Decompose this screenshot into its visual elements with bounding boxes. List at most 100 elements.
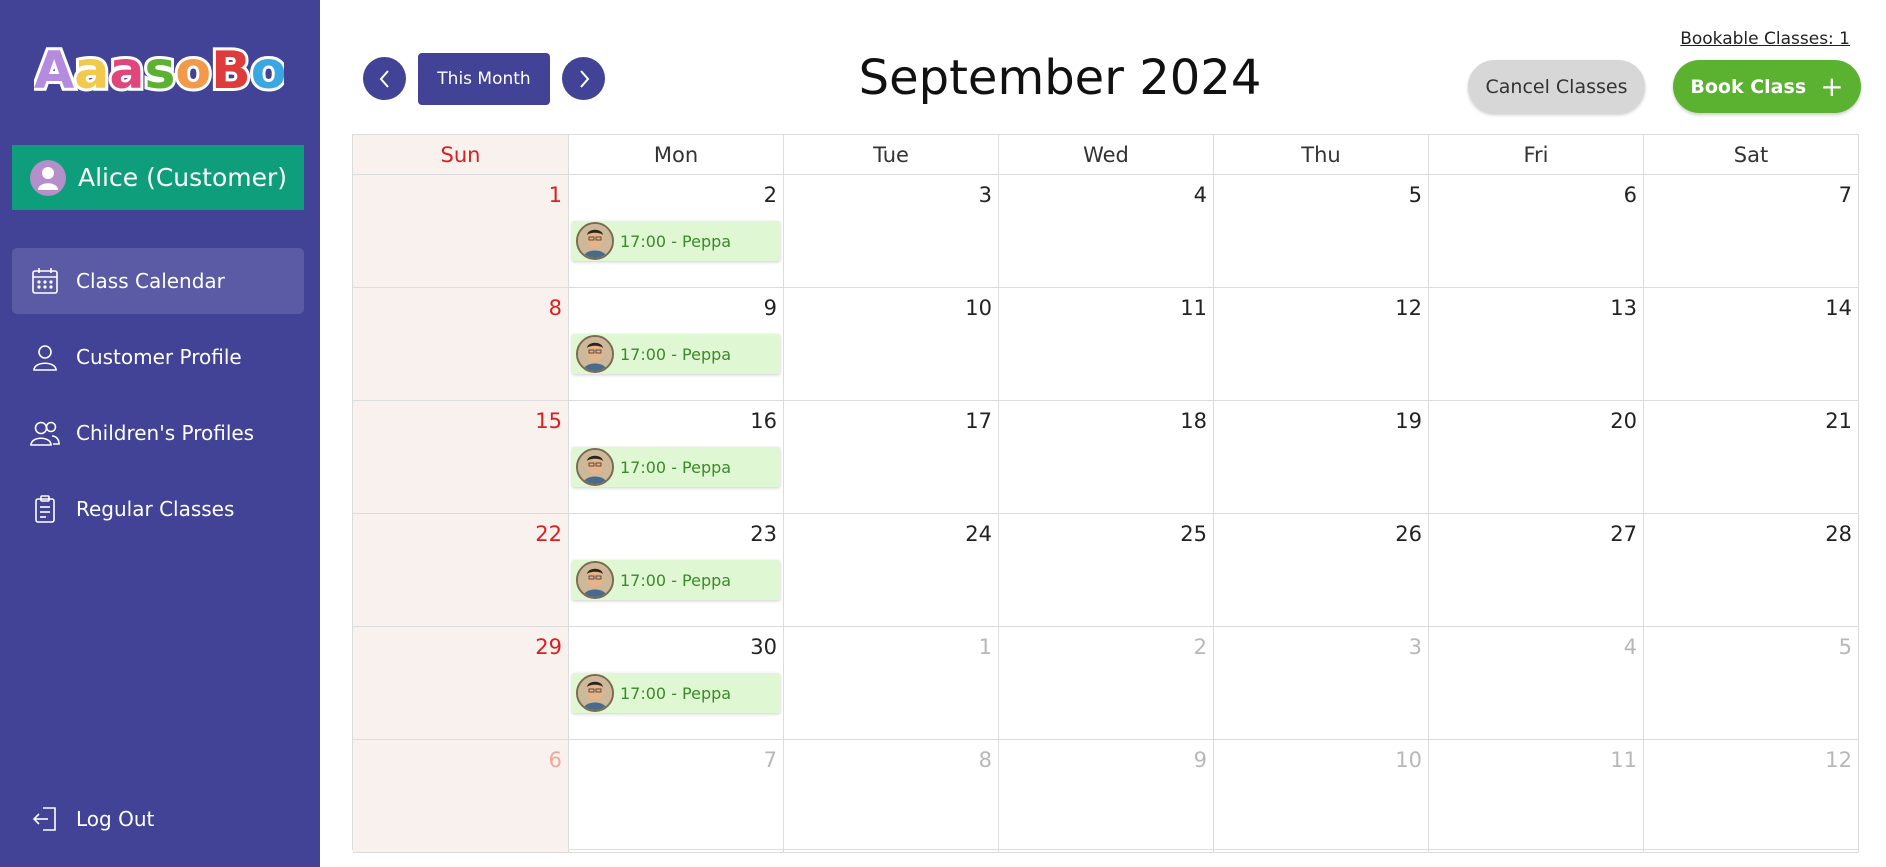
day-number: 24 (965, 522, 992, 546)
day-cell[interactable]: 28 (1644, 514, 1859, 627)
day-cell[interactable]: 3 (1214, 627, 1429, 740)
day-number: 28 (1825, 522, 1852, 546)
weekday-header: Sat (1644, 135, 1859, 175)
day-cell[interactable]: 25 (999, 514, 1214, 627)
day-number: 6 (1623, 183, 1637, 207)
class-event[interactable]: 17:00 - Peppa (572, 221, 780, 261)
day-cell[interactable]: 16 17:00 - Peppa (569, 401, 784, 514)
day-cell[interactable]: 7 (1644, 175, 1859, 288)
day-number: 3 (978, 183, 992, 207)
class-event[interactable]: 17:00 - Peppa (572, 334, 780, 374)
day-number: 15 (535, 409, 562, 433)
event-label: 17:00 - Peppa (620, 344, 732, 364)
day-cell[interactable]: 1 (784, 627, 999, 740)
day-cell[interactable]: 11 (1429, 740, 1644, 853)
teacher-avatar (576, 448, 614, 486)
sidebar-item-childrens-profiles[interactable]: Children's Profiles (12, 400, 304, 466)
day-cell[interactable]: 8 (784, 740, 999, 853)
class-event[interactable]: 17:00 - Peppa (572, 673, 780, 713)
teacher-avatar (576, 674, 614, 712)
day-cell[interactable]: 27 (1429, 514, 1644, 627)
day-cell[interactable]: 20 (1429, 401, 1644, 514)
day-number: 20 (1610, 409, 1637, 433)
sidebar-item-label: Customer Profile (76, 345, 242, 369)
day-number: 8 (978, 748, 992, 772)
day-cell[interactable]: 24 (784, 514, 999, 627)
teacher-avatar (576, 335, 614, 373)
weekday-header: Tue (784, 135, 999, 175)
day-number: 21 (1825, 409, 1852, 433)
day-number: 12 (1825, 748, 1852, 772)
previous-month-button[interactable] (363, 57, 406, 100)
day-number: 23 (750, 522, 777, 546)
plus-icon: + (1820, 69, 1844, 103)
day-number: 13 (1610, 296, 1637, 320)
weekday-header: Mon (569, 135, 784, 175)
day-cell[interactable]: 11 (999, 288, 1214, 401)
day-cell[interactable]: 1 (353, 175, 569, 288)
logo-graphic: AaasoBo! AaasoBo! (31, 38, 313, 104)
day-number: 6 (548, 748, 562, 772)
day-cell[interactable]: 13 (1429, 288, 1644, 401)
day-cell[interactable]: 4 (999, 175, 1214, 288)
day-cell[interactable]: 5 (1644, 627, 1859, 740)
this-month-button[interactable]: This Month (418, 53, 550, 105)
day-number: 2 (763, 183, 777, 207)
day-cell[interactable]: 8 (353, 288, 569, 401)
user-avatar-icon (30, 159, 66, 196)
day-number: 26 (1395, 522, 1422, 546)
weekday-header: Fri (1429, 135, 1644, 175)
day-cell[interactable]: 30 17:00 - Peppa (569, 627, 784, 740)
logout-icon (30, 804, 60, 834)
day-cell[interactable]: 2 (999, 627, 1214, 740)
day-cell[interactable]: 9 (999, 740, 1214, 853)
day-cell[interactable]: 5 (1214, 175, 1429, 288)
svg-text:AaasoBo!: AaasoBo! (34, 41, 284, 100)
day-number: 25 (1180, 522, 1207, 546)
day-cell[interactable]: 7 (569, 740, 784, 853)
day-cell[interactable]: 6 (353, 740, 569, 853)
day-cell[interactable]: 12 (1644, 740, 1859, 853)
chevron-right-icon (579, 69, 589, 88)
sidebar-item-regular-classes[interactable]: Regular Classes (12, 476, 304, 542)
month-calendar: Sun Mon Tue Wed Thu Fri Sat 1 2 17:00 - Peppa 3 4 5 6… (352, 134, 1859, 853)
app-logo[interactable]: AaasoBo! AaasoBo! (31, 38, 313, 104)
day-cell[interactable]: 4 (1429, 627, 1644, 740)
clipboard-icon (30, 494, 60, 524)
class-event[interactable]: 17:00 - Peppa (572, 560, 780, 600)
sidebar-item-class-calendar[interactable]: Class Calendar (12, 248, 304, 314)
day-cell[interactable]: 10 (784, 288, 999, 401)
day-cell[interactable]: 2 17:00 - Peppa (569, 175, 784, 288)
day-cell[interactable]: 12 (1214, 288, 1429, 401)
day-number: 29 (535, 635, 562, 659)
day-number: 22 (535, 522, 562, 546)
day-cell[interactable]: 22 (353, 514, 569, 627)
day-cell[interactable]: 17 (784, 401, 999, 514)
day-number: 1 (548, 183, 562, 207)
day-cell[interactable]: 19 (1214, 401, 1429, 514)
logout-button[interactable]: Log Out (12, 786, 304, 852)
day-cell[interactable]: 18 (999, 401, 1214, 514)
day-number: 12 (1395, 296, 1422, 320)
day-cell[interactable]: 6 (1429, 175, 1644, 288)
day-cell[interactable]: 15 (353, 401, 569, 514)
class-event[interactable]: 17:00 - Peppa (572, 447, 780, 487)
day-cell[interactable]: 29 (353, 627, 569, 740)
day-cell[interactable]: 10 (1214, 740, 1429, 853)
book-class-button[interactable]: Book Class + (1673, 60, 1861, 113)
day-number: 3 (1408, 635, 1422, 659)
day-cell[interactable]: 3 (784, 175, 999, 288)
day-cell[interactable]: 21 (1644, 401, 1859, 514)
day-cell[interactable]: 26 (1214, 514, 1429, 627)
day-number: 17 (965, 409, 992, 433)
day-cell[interactable]: 23 17:00 - Peppa (569, 514, 784, 627)
next-month-button[interactable] (562, 57, 605, 100)
day-cell[interactable]: 14 (1644, 288, 1859, 401)
bookable-classes-link[interactable]: Bookable Classes: 1 (1680, 29, 1850, 49)
day-cell[interactable]: 9 17:00 - Peppa (569, 288, 784, 401)
cancel-classes-button[interactable]: Cancel Classes (1468, 60, 1645, 113)
weekday-header: Wed (999, 135, 1214, 175)
sidebar-item-customer-profile[interactable]: Customer Profile (12, 324, 304, 390)
month-title: September 2024 (858, 50, 1262, 106)
day-number: 5 (1408, 183, 1422, 207)
